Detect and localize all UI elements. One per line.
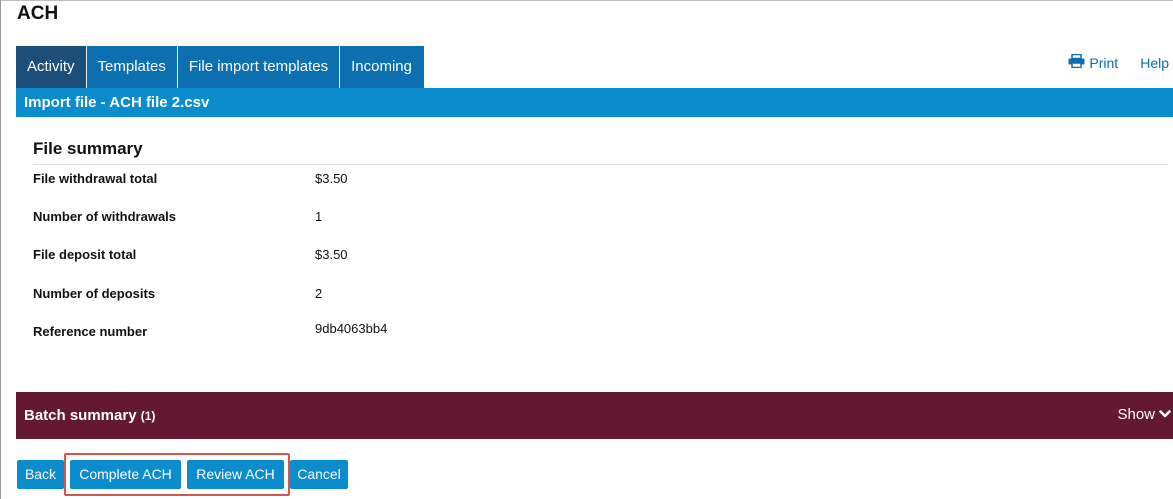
number-of-deposits-label: Number of deposits [33,286,156,301]
batch-summary-label: Batch summary [24,407,137,424]
window-left-border [0,0,1,499]
import-file-title-bar: Import file - ACH file 2.csv [16,88,1173,117]
show-toggle-label: Show [1117,406,1155,423]
file-deposit-total-label: File deposit total [33,247,137,262]
window-top-border [0,0,1173,1]
printer-icon [1068,53,1089,71]
reference-number-label: Reference number [33,324,148,339]
batch-summary-title: Batch summary (1) [24,407,155,424]
file-summary-heading: File summary [33,139,143,158]
show-toggle[interactable]: Show [1117,406,1171,423]
tab-incoming[interactable]: Incoming [340,46,424,88]
tab-file-import-templates[interactable]: File import templates [177,46,341,88]
batch-summary-count: (1) [140,409,156,423]
top-links: Print Help [1068,53,1169,71]
heading-divider [33,164,1168,165]
print-link[interactable]: Print [1068,53,1119,71]
batch-summary-bar: Batch summary (1) Show [16,392,1173,439]
tab-templates[interactable]: Templates [86,46,178,88]
file-withdrawal-total-value: $3.50 [315,171,348,186]
reference-number-value: 9db4063bb4 [315,321,388,336]
print-label: Print [1089,54,1119,71]
help-link[interactable]: Help [1140,55,1169,71]
cancel-button[interactable]: Cancel [290,460,348,489]
number-of-withdrawals-value: 1 [315,209,323,224]
back-button[interactable]: Back [17,460,64,489]
number-of-withdrawals-label: Number of withdrawals [33,209,177,224]
review-ach-button[interactable]: Review ACH [187,460,284,489]
page-title: ACH [17,3,59,24]
tab-activity[interactable]: Activity [16,46,87,88]
file-deposit-total-value: $3.50 [315,247,348,262]
chevron-down-icon [1155,406,1171,423]
complete-ach-button[interactable]: Complete ACH [70,460,181,489]
number-of-deposits-value: 2 [315,286,323,301]
tab-bar: Activity Templates File import templates… [16,46,424,88]
file-withdrawal-total-label: File withdrawal total [33,171,158,186]
